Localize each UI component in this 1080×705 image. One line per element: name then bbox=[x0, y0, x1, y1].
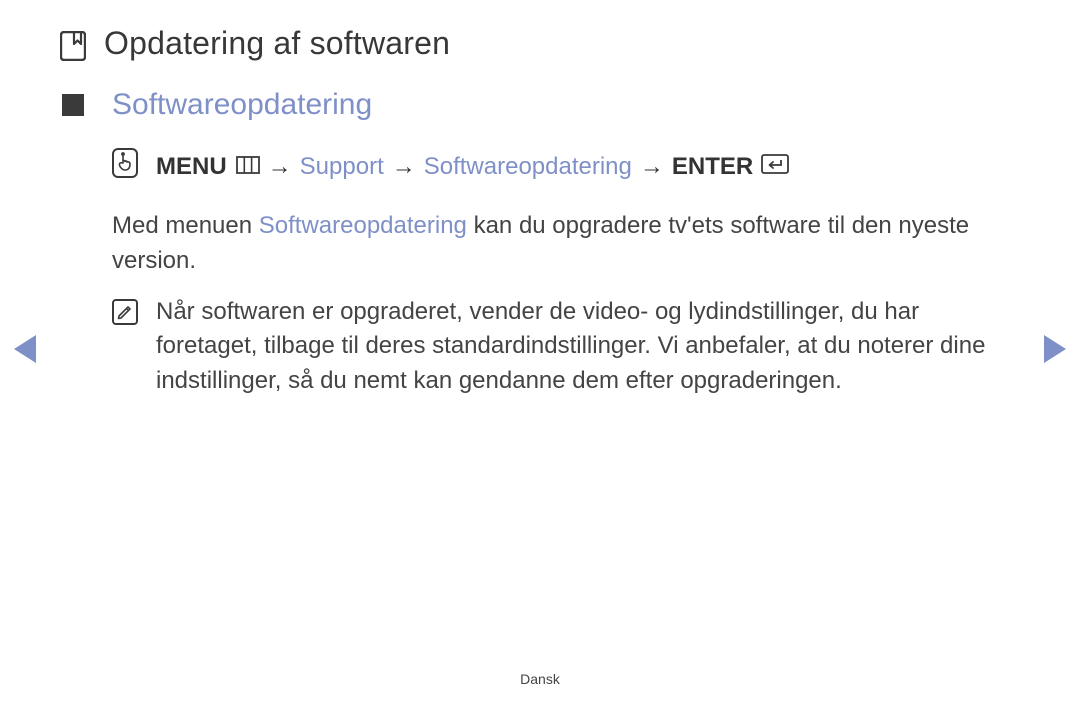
square-bullet-icon bbox=[62, 94, 84, 116]
arrow-icon: → bbox=[268, 153, 292, 181]
note-row: Når softwaren er opgraderet, vender de v… bbox=[112, 295, 1020, 399]
bookmark-icon bbox=[60, 31, 86, 66]
enter-key-icon bbox=[761, 153, 789, 181]
note-text: Når softwaren er opgraderet, vender de v… bbox=[156, 295, 1020, 399]
prev-page-arrow[interactable] bbox=[14, 335, 36, 363]
body-paragraph: Med menuen Softwareopdatering kan du opg… bbox=[112, 209, 1020, 279]
breadcrumb-support: Support bbox=[300, 153, 384, 181]
breadcrumb: MENU → Support → Softwareopdatering → EN… bbox=[112, 148, 1020, 185]
page-content: Opdatering af softwaren Softwareopdateri… bbox=[0, 0, 1080, 399]
title-row: Opdatering af softwaren bbox=[60, 25, 1020, 66]
hand-pointer-icon bbox=[112, 148, 138, 185]
arrow-icon: → bbox=[640, 153, 664, 181]
page-title: Opdatering af softwaren bbox=[104, 25, 450, 62]
menu-grid-icon bbox=[236, 153, 260, 181]
breadcrumb-menu-label: MENU bbox=[156, 153, 227, 181]
section-title: Softwareopdatering bbox=[112, 88, 372, 122]
arrow-icon: → bbox=[392, 153, 416, 181]
breadcrumb-update: Softwareopdatering bbox=[424, 153, 632, 181]
section-row: Softwareopdatering bbox=[62, 88, 1020, 122]
language-footer: Dansk bbox=[0, 671, 1080, 687]
next-page-arrow[interactable] bbox=[1044, 335, 1066, 363]
body-accent: Softwareopdatering bbox=[259, 212, 467, 239]
breadcrumb-enter-label: ENTER bbox=[672, 153, 753, 181]
body-pre: Med menuen bbox=[112, 212, 259, 239]
note-pencil-icon bbox=[112, 299, 138, 336]
